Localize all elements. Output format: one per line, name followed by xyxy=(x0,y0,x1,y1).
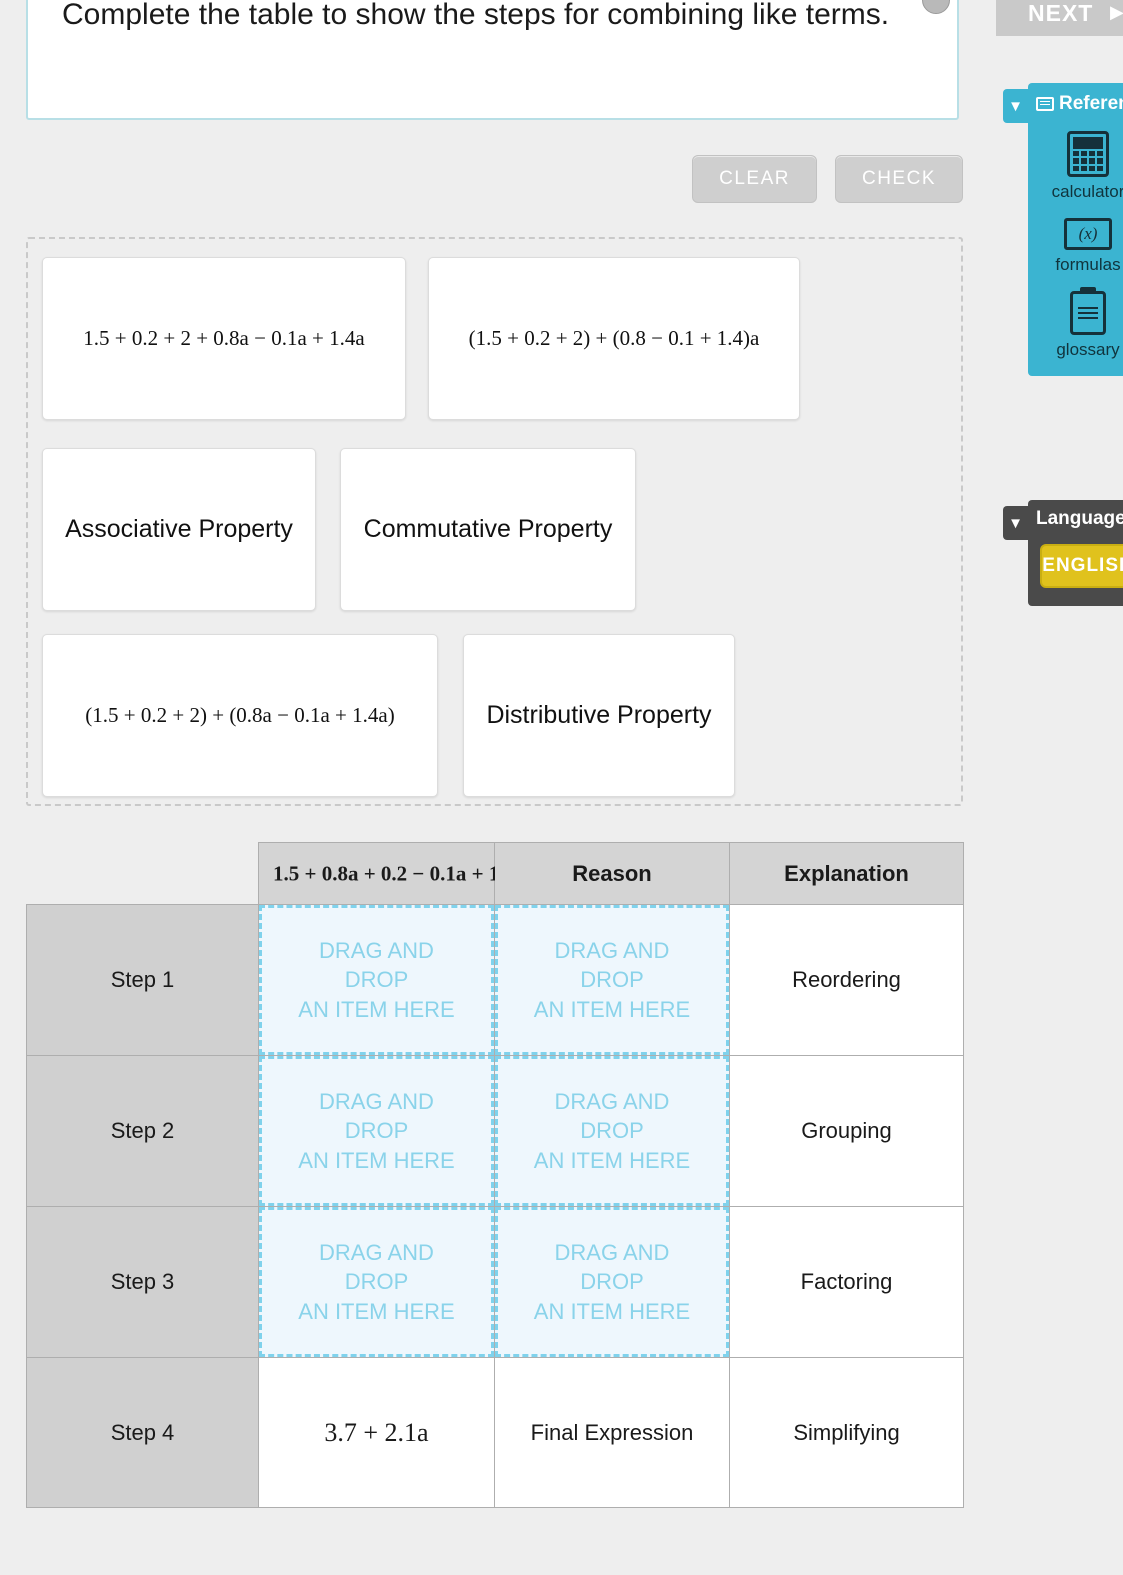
dropzone-line-3: AN ITEM HERE xyxy=(298,1147,455,1173)
language-panel-title: Language xyxy=(1036,508,1123,529)
dropzone-line-3: AN ITEM HERE xyxy=(533,1147,691,1173)
step-label-3: Step 3 xyxy=(26,1206,259,1358)
drag-item-commutative-property[interactable]: Commutative Property xyxy=(340,448,636,611)
dropzone-cell-step1-expression: DRAG AND DROP AN ITEM HERE xyxy=(258,904,495,1056)
header-explanation: Explanation xyxy=(729,842,964,905)
dropzone-step3-expression[interactable]: DRAG AND DROP AN ITEM HERE xyxy=(259,1207,494,1357)
header-expression: 1.5 + 0.8a + 0.2 − 0.1a + 1.4a + 2 xyxy=(258,842,559,905)
glossary-icon xyxy=(1070,291,1106,335)
drag-item-label: (1.5 + 0.2 + 2) + (0.8 − 0.1 + 1.4)a xyxy=(468,326,760,350)
dropzone-cell-step2-reason: DRAG AND DROP AN ITEM HERE xyxy=(494,1055,730,1207)
reason-step4: Final Expression xyxy=(494,1357,730,1508)
reference-collapse-caret-icon[interactable]: ▼ xyxy=(1003,89,1028,123)
next-button[interactable]: NEXT xyxy=(1028,0,1093,27)
table-row: Step 3 DRAG AND DROP AN ITEM HERE DRAG A… xyxy=(26,1206,964,1358)
dropzone-step1-expression[interactable]: DRAG AND DROP AN ITEM HERE xyxy=(259,905,494,1055)
reference-book-icon xyxy=(1036,97,1054,111)
dropzone-cell-step3-expression: DRAG AND DROP AN ITEM HERE xyxy=(258,1206,495,1358)
language-collapse-caret-icon[interactable]: ▼ xyxy=(1003,506,1028,540)
question-prompt-text: Complete the table to show the steps for… xyxy=(62,0,890,31)
drag-item-distributive-property[interactable]: Distributive Property xyxy=(463,634,735,797)
dropzone-step1-reason[interactable]: DRAG AND DROP AN ITEM HERE xyxy=(495,905,729,1055)
dropzone-cell-step3-reason: DRAG AND DROP AN ITEM HERE xyxy=(494,1206,730,1358)
formulas-tool[interactable]: (x) formulas xyxy=(1028,218,1123,275)
calculator-icon xyxy=(1067,131,1109,177)
drag-item-label: (1.5 + 0.2 + 2) + (0.8a − 0.1a + 1.4a) xyxy=(85,703,395,727)
drag-item-label: 1.5 + 0.2 + 2 + 0.8a − 0.1a + 1.4a xyxy=(83,326,365,350)
reference-panel: ▼ Reference calculator (x) formulas glos… xyxy=(1003,83,1123,376)
glossary-tool[interactable]: glossary xyxy=(1028,291,1123,360)
check-button[interactable]: CHECK xyxy=(834,155,963,203)
language-panel: ▼ Language ENGLISH xyxy=(1003,500,1123,606)
expression-step4: 3.7 + 2.1a xyxy=(258,1357,495,1508)
table-row: Step 4 3.7 + 2.1a Final Expression Simpl… xyxy=(26,1357,964,1508)
dropzone-line-1: DRAG AND xyxy=(554,1089,670,1115)
tray-row-1: 1.5 + 0.2 + 2 + 0.8a − 0.1a + 1.4a (1.5 … xyxy=(42,257,947,420)
calculator-tool[interactable]: calculator xyxy=(1028,131,1123,202)
step-label-1: Step 1 xyxy=(26,904,259,1056)
tray-row-3: (1.5 + 0.2 + 2) + (0.8a − 0.1a + 1.4a) D… xyxy=(42,634,947,797)
reference-panel-title: Reference xyxy=(1059,93,1123,114)
drag-item-label: Distributive Property xyxy=(486,701,712,729)
explanation-step3: Factoring xyxy=(729,1206,964,1358)
reference-panel-header[interactable]: Reference xyxy=(1028,93,1123,115)
dropzone-line-3: AN ITEM HERE xyxy=(298,996,455,1022)
drag-item-expression-1[interactable]: 1.5 + 0.2 + 2 + 0.8a − 0.1a + 1.4a xyxy=(42,257,406,420)
formulas-tool-label: formulas xyxy=(1055,255,1121,274)
tray-row-2: Associative Property Commutative Propert… xyxy=(42,448,947,611)
action-button-row: CLEAR CHECK xyxy=(0,155,966,203)
explanation-step2: Grouping xyxy=(729,1055,964,1207)
header-reason: Reason xyxy=(494,842,730,905)
table-header-row: 1.5 + 0.8a + 0.2 − 0.1a + 1.4a + 2 Reaso… xyxy=(27,842,964,905)
table-row: Step 2 DRAG AND DROP AN ITEM HERE DRAG A… xyxy=(26,1055,964,1207)
dropzone-cell-step1-reason: DRAG AND DROP AN ITEM HERE xyxy=(494,904,730,1056)
explanation-step1: Reordering xyxy=(729,904,964,1056)
calculator-tool-label: calculator xyxy=(1051,182,1123,201)
dropzone-line-2: DROP xyxy=(580,1118,644,1144)
language-english-button[interactable]: ENGLISH xyxy=(1040,544,1123,588)
dropzone-line-1: DRAG AND xyxy=(554,1240,670,1266)
clear-button[interactable]: CLEAR xyxy=(692,155,817,203)
dropzone-line-2: DROP xyxy=(580,967,644,993)
dropzone-line-1: DRAG AND xyxy=(319,1089,434,1115)
question-prompt-box: Complete the table to show the steps for… xyxy=(26,0,959,120)
language-panel-header[interactable]: Language xyxy=(1028,508,1123,530)
steps-table: 1.5 + 0.8a + 0.2 − 0.1a + 1.4a + 2 Reaso… xyxy=(26,842,964,1508)
dropzone-line-3: AN ITEM HERE xyxy=(298,1298,455,1324)
step-label-2: Step 2 xyxy=(26,1055,259,1207)
dropzone-step3-reason[interactable]: DRAG AND DROP AN ITEM HERE xyxy=(495,1207,729,1357)
next-arrow-icon[interactable]: ▶ xyxy=(1110,2,1123,23)
drag-item-expression-3[interactable]: (1.5 + 0.2 + 2) + (0.8a − 0.1a + 1.4a) xyxy=(42,634,438,797)
dropzone-line-1: DRAG AND xyxy=(319,1240,434,1266)
glossary-tool-label: glossary xyxy=(1056,340,1120,359)
dropzone-line-2: DROP xyxy=(344,967,409,993)
dropzone-line-3: AN ITEM HERE xyxy=(533,996,691,1022)
dropzone-line-2: DROP xyxy=(344,1118,409,1144)
dropzone-line-2: DROP xyxy=(580,1269,644,1295)
dropzone-step2-reason[interactable]: DRAG AND DROP AN ITEM HERE xyxy=(495,1056,729,1206)
dropzone-line-1: DRAG AND xyxy=(554,938,670,964)
dropzone-cell-step2-expression: DRAG AND DROP AN ITEM HERE xyxy=(258,1055,495,1207)
table-row: Step 1 DRAG AND DROP AN ITEM HERE DRAG A… xyxy=(26,904,964,1056)
drag-item-expression-2[interactable]: (1.5 + 0.2 + 2) + (0.8 − 0.1 + 1.4)a xyxy=(428,257,800,420)
drag-item-label: Commutative Property xyxy=(363,515,613,543)
header-blank xyxy=(27,843,259,905)
drag-item-associative-property[interactable]: Associative Property xyxy=(42,448,316,611)
dropzone-line-1: DRAG AND xyxy=(319,938,434,964)
drag-item-tray: 1.5 + 0.2 + 2 + 0.8a − 0.1a + 1.4a (1.5 … xyxy=(26,237,963,806)
dropzone-line-3: AN ITEM HERE xyxy=(533,1298,691,1324)
dropzone-step2-expression[interactable]: DRAG AND DROP AN ITEM HERE xyxy=(259,1056,494,1206)
drag-item-label: Associative Property xyxy=(65,515,293,543)
formula-icon: (x) xyxy=(1064,218,1112,250)
explanation-step4: Simplifying xyxy=(729,1357,964,1508)
step-label-4: Step 4 xyxy=(26,1357,259,1508)
dropzone-line-2: DROP xyxy=(344,1269,409,1295)
